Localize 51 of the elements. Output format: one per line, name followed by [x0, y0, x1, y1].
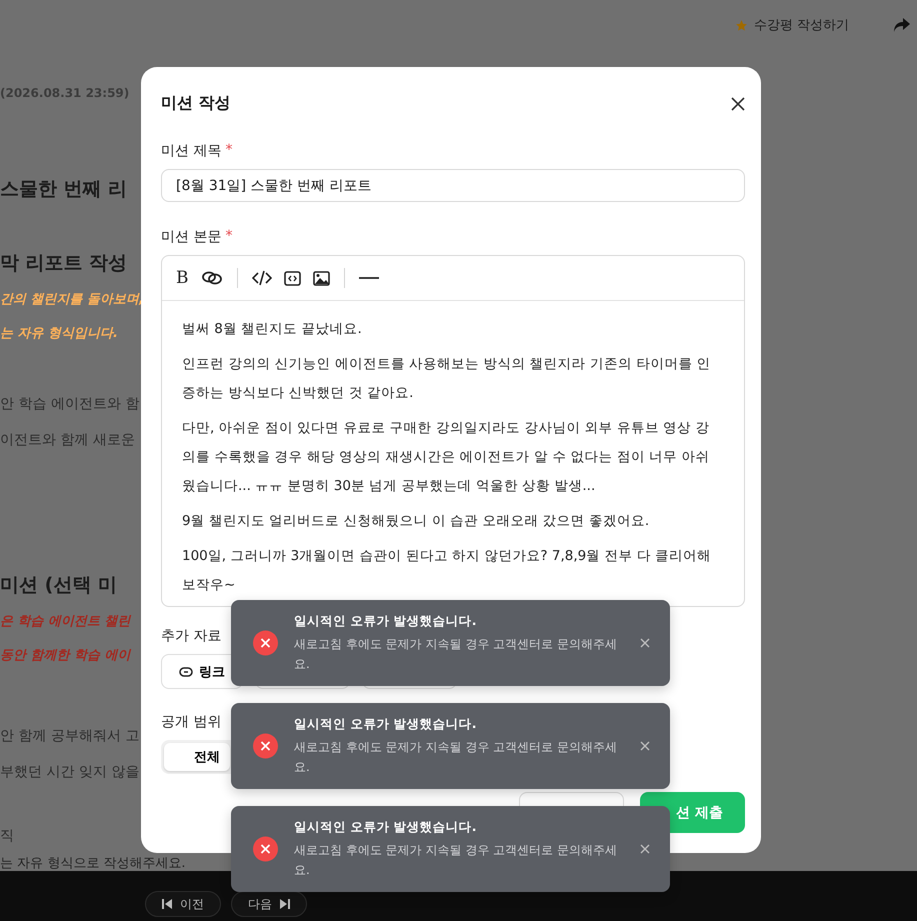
skip-back-icon: [162, 899, 172, 909]
body-paragraph: 9월 챌린지도 얼리버드로 신청해뒀으니 이 습관 오래오래 갔으면 좋겠어요.: [182, 512, 650, 531]
required-mark: *: [225, 142, 232, 160]
previous-button[interactable]: 이전: [145, 891, 221, 917]
background-text: 직: [0, 827, 14, 845]
toast-title: 일시적인 오류가 발생했습니다.: [294, 612, 478, 630]
section-heading: 막 리포트 작성: [0, 251, 128, 276]
field-label: 미션 제목: [161, 142, 222, 160]
section-label: 공개 범위: [161, 713, 222, 731]
error-icon: [253, 835, 278, 863]
field-label: 미션 본문: [161, 228, 222, 246]
horizontal-rule-icon[interactable]: [358, 276, 378, 280]
share-icon[interactable]: [893, 17, 911, 33]
image-icon[interactable]: [312, 270, 330, 286]
bold-button[interactable]: B: [176, 268, 188, 288]
error-icon: [253, 732, 278, 760]
link-icon: [179, 666, 193, 676]
section-label: 추가 자료: [161, 627, 222, 645]
toast-message: 새로고침 후에도 문제가 지속될 경우 고객센터로 문의해주세요.: [294, 636, 618, 672]
code-icon[interactable]: [252, 270, 272, 286]
body-paragraph: 다만, 아쉬운 점이 있다면 유료로 구매한 강의일지라도 강사님이 외부 유튜브 영상 강의를 수록했을 경우 해당 영상의 재생시간은 에이전트가 알 수 없다는 점이 너무 아쉬웠습니다... ㅠㅠ 분명히 30분 넘게 공부했는데 억울한 상황 발생...: [182, 419, 710, 496]
code-block-icon[interactable]: [284, 270, 300, 286]
close-icon[interactable]: [731, 96, 745, 110]
body-paragraph: 인프런 강의의 신기능인 에이전트를 사용해보는 방식의 챌린지라 기존의 타이머를 인증하는 방식보다 신박했던 것 같아요.: [182, 355, 712, 403]
error-icon: [253, 629, 278, 657]
dialog-title: 미션 작성: [161, 93, 231, 114]
background-text: 안 함께 공부해줘서 고: [0, 727, 140, 745]
toast-message: 새로고침 후에도 문제가 지속될 경우 고객센터로 문의해주세요.: [294, 738, 618, 776]
next-button[interactable]: 다음: [231, 891, 307, 917]
toast-title: 일시적인 오류가 발생했습니다.: [294, 818, 478, 836]
section-heading: 스물한 번째 리: [0, 177, 128, 202]
background-text: 동안 함께한 학습 에이: [0, 647, 131, 664]
star-icon: [734, 18, 748, 32]
body-paragraph: 벌써 8월 챌린지도 끝났네요.: [182, 320, 363, 339]
body-paragraph: 100일, 그러니까 3개월이면 습관이 된다고 하지 않던가요? 7,8,9월 전부 다 클리어해보작우~: [182, 547, 712, 595]
background-text: 는 자유 형식으로 작성해주세요.: [0, 855, 186, 872]
background-text: 이전트와 함께 새로운: [0, 431, 135, 449]
skip-forward-icon: [280, 899, 290, 909]
background-text: 부했던 시간 잊지 않을: [0, 763, 140, 781]
background-text: 간의 챌린지를 돌아보며,: [0, 291, 144, 308]
background-text: 안 학습 에이전트와 함: [0, 395, 140, 413]
link-icon[interactable]: [200, 271, 222, 285]
title-input[interactable]: [8월 31일] 스물한 번째 리포트: [161, 169, 745, 202]
review-link[interactable]: 수강평 작성하기: [734, 16, 849, 34]
background-text: 은 학습 에이전트 챌린: [0, 613, 131, 630]
toast-message: 새로고침 후에도 문제가 지속될 경우 고객센터로 문의해주세요.: [294, 842, 618, 878]
background-text: 는 자유 형식입니다.: [0, 325, 118, 342]
toast-title: 일시적인 오류가 발생했습니다.: [294, 716, 478, 732]
visibility-option[interactable]: 전체: [164, 743, 230, 771]
required-mark: *: [225, 228, 232, 246]
section-heading: 미션 (선택 미: [0, 573, 117, 598]
